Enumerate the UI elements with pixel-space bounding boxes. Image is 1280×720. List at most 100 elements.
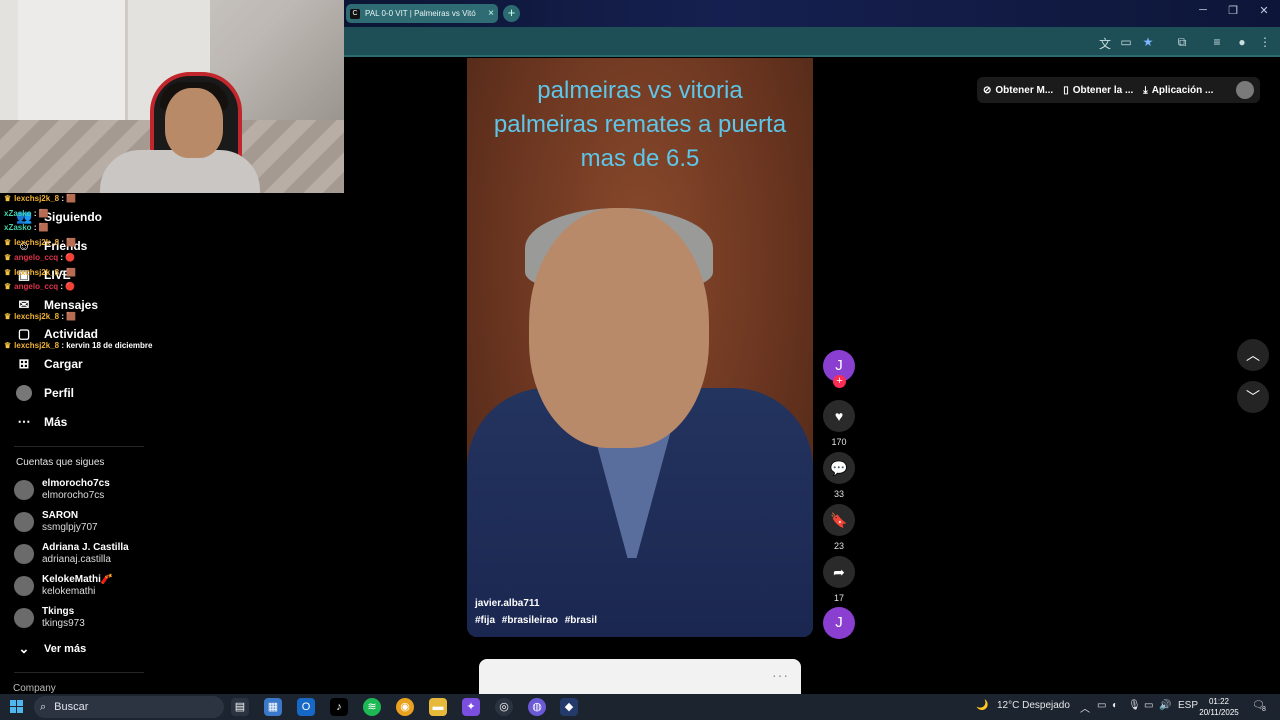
- next-video-card[interactable]: ···: [479, 659, 801, 699]
- coin-icon: ⊘: [983, 84, 992, 96]
- next-video-button[interactable]: ﹀: [1237, 381, 1269, 413]
- hashtag[interactable]: #brasil: [565, 615, 597, 626]
- task-view-icon[interactable]: ▤: [231, 698, 249, 716]
- like-button[interactable]: ♥: [823, 400, 855, 432]
- app-icon[interactable]: ◎: [495, 698, 513, 716]
- profile-icon[interactable]: ●: [1234, 35, 1250, 49]
- translate-icon[interactable]: 文: [1097, 35, 1113, 52]
- nav-label: Mensajes: [44, 298, 99, 312]
- cast-icon[interactable]: ▭: [1118, 35, 1134, 49]
- nav-label: Actividad: [44, 327, 99, 341]
- tray-app-icon[interactable]: ▭: [1097, 700, 1106, 711]
- extensions-icon[interactable]: ⧉: [1174, 35, 1190, 50]
- copilot-icon[interactable]: ✦: [462, 698, 480, 716]
- restore-icon[interactable]: ❐: [1218, 4, 1248, 17]
- avatar: [14, 544, 34, 564]
- following-account[interactable]: Adriana J. Castilla adrianaj.castilla: [14, 542, 129, 566]
- following-account[interactable]: Tkings tkings973: [14, 606, 85, 630]
- account-name: KelokeMathi🧨: [42, 574, 114, 585]
- comment-count: 33: [833, 489, 844, 499]
- search-placeholder: Buscar: [54, 701, 89, 713]
- nav-mas[interactable]: ⋯ Más: [16, 414, 68, 430]
- following-account[interactable]: KelokeMathi🧨 kelokemathi: [14, 574, 113, 598]
- chrome-icon[interactable]: ◉: [396, 698, 414, 716]
- following-account[interactable]: elmorocho7cs elmorocho7cs: [14, 478, 110, 502]
- nav-actividad[interactable]: ▢ Actividad: [16, 326, 98, 342]
- weather-text[interactable]: 12°C Despejado: [997, 700, 1070, 711]
- following-title: Cuentas que sigues: [16, 457, 105, 468]
- chat-line: ♛ lexchsj2k_8 : 🟫: [4, 238, 77, 247]
- chat-line: xZasko : 🟫: [4, 223, 49, 232]
- sound-avatar[interactable]: J: [823, 607, 855, 639]
- get-coins-button[interactable]: ⊘ Obtener M...: [983, 85, 1053, 96]
- vpn-icon[interactable]: ◆: [560, 698, 578, 716]
- window-close-icon[interactable]: ✕: [1249, 4, 1279, 17]
- new-tab-button[interactable]: +: [503, 5, 520, 22]
- hashtag[interactable]: #brasileirao: [502, 615, 558, 626]
- date: 20/11/2025: [1199, 708, 1239, 717]
- nav-label: Más: [44, 415, 68, 429]
- activity-icon: ▢: [17, 326, 31, 341]
- chat-line: ♛ lexchsj2k_8 : 🟫: [4, 194, 77, 203]
- top-actions-bar: ⊘ Obtener M... ▯ Obtener la ... ⤓ Aplicació…: [977, 77, 1260, 103]
- avatar: [14, 608, 34, 628]
- profile-avatar-icon: [16, 385, 32, 401]
- share-button[interactable]: ➦: [823, 556, 855, 588]
- microphone-icon[interactable]: 🎙: [1128, 700, 1141, 711]
- taskbar-search[interactable]: ⌕ Buscar: [34, 696, 224, 718]
- profile-avatar[interactable]: [1236, 81, 1254, 99]
- store-icon[interactable]: ▦: [264, 698, 282, 716]
- nav-cargar[interactable]: ⊞ Cargar: [16, 356, 83, 372]
- nav-perfil[interactable]: Perfil: [16, 385, 74, 401]
- outlook-icon[interactable]: O: [297, 698, 315, 716]
- bookmark-star-icon[interactable]: ★: [1140, 35, 1156, 49]
- chat-line: ♛ lexchsj2k_8 : 🟫: [4, 312, 77, 321]
- save-button[interactable]: 🔖: [823, 504, 855, 536]
- tray-app-icon[interactable]: ◐: [1112, 700, 1118, 711]
- hashtag[interactable]: #fija: [475, 615, 495, 626]
- comment-button[interactable]: 💬: [823, 452, 855, 484]
- see-more-label: Ver más: [44, 643, 87, 655]
- tiktok-icon[interactable]: ♪: [330, 698, 348, 716]
- file-explorer-icon[interactable]: ▬: [429, 698, 447, 716]
- chat-line: ♛ angelo_ccq : 🔴: [4, 253, 76, 262]
- comment-icon: 💬: [830, 460, 848, 476]
- media-icon[interactable]: ≡: [1209, 35, 1225, 49]
- clock[interactable]: 01:22 20/11/2025: [1194, 696, 1244, 718]
- following-account[interactable]: SARON ssmglpjy707: [14, 510, 98, 534]
- app-download-button[interactable]: ⤓ Aplicación ...: [1143, 85, 1213, 96]
- account-handle: adrianaj.castilla: [42, 554, 111, 565]
- follow-plus-icon[interactable]: +: [833, 375, 846, 388]
- divider: [14, 446, 144, 447]
- windows-start-icon[interactable]: [10, 700, 23, 713]
- previous-video-button[interactable]: ︿: [1237, 339, 1269, 371]
- volume-icon[interactable]: 🔊: [1159, 700, 1171, 711]
- account-handle: tkings973: [42, 618, 85, 629]
- get-app-button[interactable]: ▯ Obtener la ...: [1063, 85, 1133, 96]
- minimize-icon[interactable]: ─: [1188, 4, 1218, 16]
- nav-mensajes[interactable]: ✉ Mensajes: [16, 297, 98, 313]
- browser-app-icon[interactable]: ◍: [528, 698, 546, 716]
- browser-tab[interactable]: C PAL 0-0 VIT | Palmeiras vs Vitó ×: [346, 4, 498, 23]
- avatar: [14, 480, 34, 500]
- video-player[interactable]: palmeiras vs vitoria palmeiras remates a…: [467, 58, 813, 637]
- network-icon[interactable]: ▭: [1144, 700, 1153, 711]
- video-username[interactable]: javier.alba711: [475, 598, 540, 609]
- tray-chevron-icon[interactable]: ︿: [1080, 700, 1090, 715]
- see-more-button[interactable]: ⌄ Ver más: [16, 641, 87, 657]
- creator-avatar[interactable]: J +: [823, 350, 855, 388]
- account-handle: elmorocho7cs: [42, 490, 105, 501]
- like-count: 170: [831, 437, 847, 447]
- company-link[interactable]: Company: [13, 683, 56, 694]
- chat-line: ♛ lexchsj2k_8 : kervin 18 de diciembre: [4, 341, 153, 350]
- upload-plus-icon: ⊞: [18, 356, 30, 371]
- share-count: 17: [833, 593, 844, 603]
- spotify-icon[interactable]: ≋: [363, 698, 381, 716]
- menu-dots-icon[interactable]: ⋮: [1257, 35, 1273, 49]
- tab-close-icon[interactable]: ×: [488, 8, 494, 19]
- more-options-icon[interactable]: ···: [772, 667, 789, 683]
- chat-line: ♛ angelo_ccq : 🔴: [4, 282, 76, 291]
- tab-favicon-icon: C: [350, 8, 360, 19]
- notification-count: 8: [1262, 706, 1266, 713]
- time: 01:22: [1208, 697, 1230, 706]
